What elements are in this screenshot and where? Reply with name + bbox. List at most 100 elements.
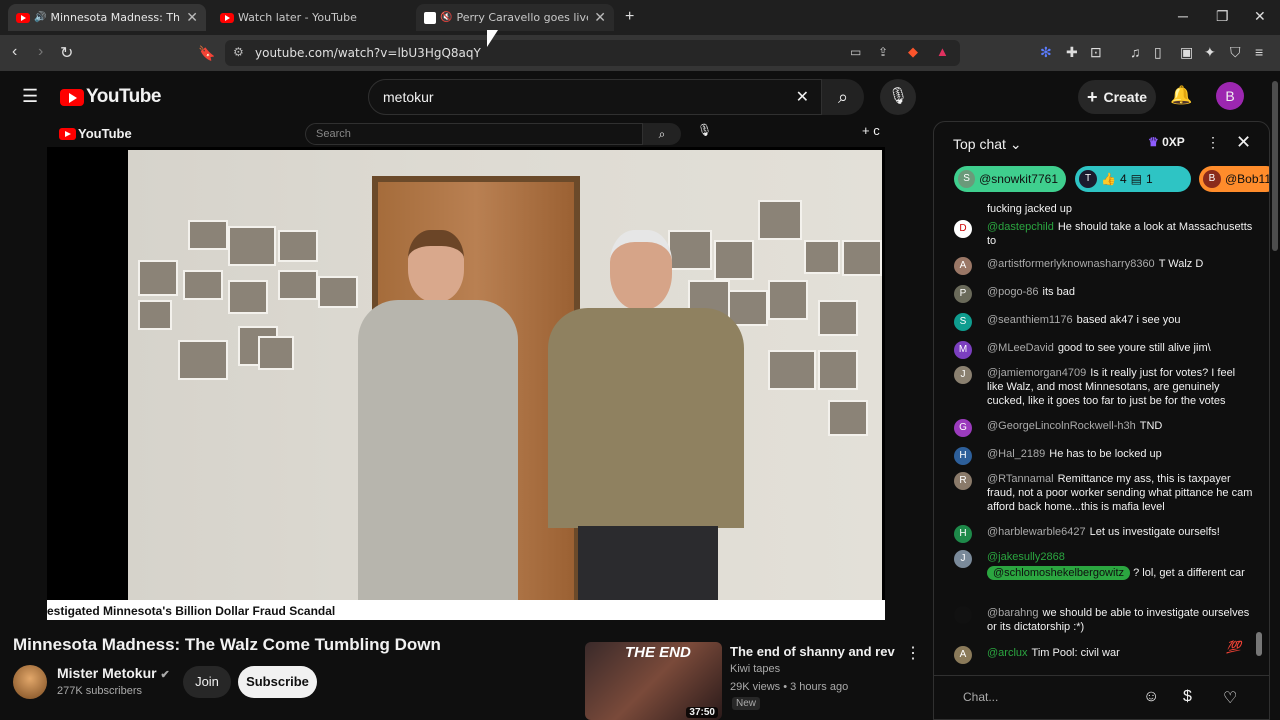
page-scroll-thumb[interactable] bbox=[1272, 81, 1278, 251]
wall-photo bbox=[228, 280, 268, 314]
chat-author[interactable]: @barahng bbox=[987, 607, 1039, 619]
search-button[interactable]: ⌕ bbox=[822, 79, 864, 115]
cast-icon[interactable]: ▭ bbox=[850, 45, 861, 59]
wall-photo bbox=[258, 336, 294, 370]
browser-tab-3[interactable]: 🔇 Perry Caravello goes live | Pat ✕ bbox=[416, 4, 614, 31]
heart-icon[interactable]: ♡ bbox=[1223, 688, 1237, 708]
pinned-chip[interactable]: T 👍 4 ▤ 1 bbox=[1075, 166, 1191, 192]
chat-author[interactable]: @RTannamal bbox=[987, 473, 1054, 485]
pinned-chip[interactable]: S @snowkit7761 bbox=[954, 166, 1066, 192]
forward-icon[interactable]: › bbox=[38, 43, 43, 61]
close-window-icon[interactable]: ✕ bbox=[1254, 8, 1266, 25]
sidebar-icon[interactable]: ▯ bbox=[1154, 44, 1162, 61]
extensions-icon[interactable]: ✚ bbox=[1066, 44, 1078, 61]
chat-author[interactable]: @artistformerlyknownasharry8360 bbox=[987, 258, 1155, 270]
page-scrollbar[interactable] bbox=[1270, 71, 1280, 720]
channel-avatar[interactable] bbox=[13, 665, 47, 699]
top-chat-dropdown[interactable]: Top chat ⌄ bbox=[953, 136, 1022, 153]
super-chat-icon[interactable]: $ bbox=[1183, 688, 1192, 706]
mention-chip[interactable]: @schlomoshekelbergowitz bbox=[987, 566, 1131, 580]
brave-shield-icon[interactable]: ◆ bbox=[908, 44, 918, 60]
tab-title: Perry Caravello goes live | Pat bbox=[456, 11, 588, 24]
inner-microphone-icon: 🎙 bbox=[697, 123, 713, 137]
video-player[interactable]: YouTube Search ⌕ 🎙 + c estigated Minneso… bbox=[47, 120, 885, 620]
wall-photo bbox=[828, 400, 868, 436]
close-tab-icon[interactable]: ✕ bbox=[594, 9, 606, 26]
wallet-icon[interactable]: ▣ bbox=[1180, 44, 1193, 61]
vpn-icon[interactable]: ⛉ bbox=[1230, 44, 1241, 61]
video-title: Minnesota Madness: The Walz Come Tumblin… bbox=[13, 635, 441, 654]
brave-rewards-icon[interactable]: ▲ bbox=[936, 44, 949, 59]
minimize-icon[interactable]: ─ bbox=[1178, 8, 1188, 24]
mouse-cursor bbox=[487, 30, 498, 47]
join-button[interactable]: Join bbox=[183, 666, 231, 698]
recommended-thumbnail[interactable]: THE END 37:50 bbox=[585, 642, 722, 720]
chat-message: J @jamiemorgan4709 Is it really just for … bbox=[954, 366, 1254, 408]
emoji-icon[interactable]: ☺ bbox=[1143, 688, 1159, 706]
notifications-bell-icon[interactable]: 🔔 bbox=[1170, 85, 1192, 106]
browser-tab-1[interactable]: 🔊 Minnesota Madness: The Wal ✕ bbox=[8, 4, 206, 31]
chat-scrollbar[interactable] bbox=[1256, 202, 1262, 662]
chat-message: @barahng we should be able to investigate… bbox=[954, 606, 1254, 634]
search-icon: ⌕ bbox=[837, 87, 849, 107]
chat-scroll-thumb[interactable] bbox=[1256, 632, 1262, 656]
subscribe-button[interactable]: Subscribe bbox=[238, 666, 317, 698]
bookmark-icon[interactable]: 🔖 bbox=[198, 45, 215, 62]
chat-author[interactable]: @harblewarble6427 bbox=[987, 526, 1086, 538]
crown-icon: ♛ bbox=[1148, 135, 1159, 149]
xp-badge[interactable]: ♛ 0XP bbox=[1148, 135, 1185, 149]
youtube-logo[interactable]: YouTube bbox=[60, 86, 161, 108]
video-inner-header: YouTube Search ⌕ 🎙 + c bbox=[47, 120, 885, 147]
chat-author[interactable]: @MLeeDavid bbox=[987, 342, 1054, 354]
url-bar[interactable]: ⚙ youtube.com/watch?v=lbU3HgQ8aqY ▭ ⇪ ◆ … bbox=[225, 40, 960, 66]
extension-wallet-icon[interactable]: ✻ bbox=[1040, 44, 1052, 61]
hamburger-menu-icon[interactable]: ☰ bbox=[22, 86, 38, 107]
browser-tab-2[interactable]: Watch later - YouTube bbox=[212, 4, 410, 31]
recommended-channel[interactable]: Kiwi tapes bbox=[730, 663, 780, 675]
back-icon[interactable]: ‹ bbox=[12, 43, 17, 61]
wall-photo bbox=[818, 350, 858, 390]
new-tab-button[interactable]: + bbox=[625, 8, 634, 26]
screenshot-icon[interactable]: ⊡ bbox=[1090, 44, 1102, 61]
chat-author[interactable]: @dastepchild bbox=[987, 221, 1054, 233]
chat-more-icon[interactable]: ⋮ bbox=[1206, 134, 1220, 151]
chat-close-icon[interactable]: ✕ bbox=[1236, 132, 1251, 153]
search-input[interactable]: metokur ✕ bbox=[368, 79, 822, 115]
reload-icon[interactable]: ↻ bbox=[60, 43, 73, 63]
chat-message: J @jakesully2868 @schlomoshekelbergowitz … bbox=[954, 550, 1254, 582]
wall-photo bbox=[758, 200, 802, 240]
chat-author[interactable]: @GeorgeLincolnRockwell-h3h bbox=[987, 420, 1136, 432]
hundred-emoji-icon: 💯 bbox=[1226, 640, 1241, 654]
chat-author[interactable]: @jamiemorgan4709 bbox=[987, 367, 1086, 379]
chat-message: G @GeorgeLincolnRockwell-h3h TND bbox=[954, 419, 1254, 437]
voice-search-button[interactable]: 🎙 bbox=[880, 79, 916, 115]
maximize-icon[interactable]: ❐ bbox=[1216, 8, 1229, 25]
create-button[interactable]: + Create bbox=[1078, 80, 1156, 114]
chat-author[interactable]: @jakesully2868 bbox=[987, 551, 1065, 563]
channel-name[interactable]: Mister Metokur ✔ bbox=[57, 665, 170, 681]
video-details: Minnesota Madness: The Walz Come Tumblin… bbox=[0, 623, 930, 720]
wall-photo bbox=[228, 226, 276, 266]
more-options-icon[interactable]: ⋮ bbox=[905, 643, 921, 663]
chat-author[interactable]: @seanthiem1176 bbox=[987, 314, 1073, 326]
account-avatar[interactable]: B bbox=[1216, 82, 1244, 110]
recommended-title[interactable]: The end of shanny and rev bbox=[730, 644, 895, 659]
clear-search-icon[interactable]: ✕ bbox=[796, 87, 809, 107]
video-duration: 37:50 bbox=[686, 707, 718, 718]
chat-messages: fucking jacked up D @dastepchild He shoul… bbox=[934, 200, 1259, 668]
menu-icon[interactable]: ≡ bbox=[1255, 44, 1263, 60]
close-tab-icon[interactable]: ✕ bbox=[186, 9, 198, 26]
chat-author[interactable]: @arclux bbox=[987, 647, 1028, 659]
tab-title: Watch later - YouTube bbox=[238, 11, 357, 24]
wall-photo bbox=[138, 300, 172, 330]
subscriber-count: 277K subscribers bbox=[57, 685, 142, 697]
chat-author[interactable]: @pogo-86 bbox=[987, 286, 1039, 298]
chat-input[interactable]: Chat... bbox=[963, 690, 998, 704]
share-icon[interactable]: ⇪ bbox=[878, 45, 888, 59]
wall-photo bbox=[818, 300, 858, 336]
music-icon[interactable]: ♫ bbox=[1130, 44, 1141, 60]
chat-author[interactable]: @Hal_2189 bbox=[987, 448, 1045, 460]
site-info-icon[interactable]: ⚙ bbox=[233, 45, 244, 59]
leo-icon[interactable]: ✦ bbox=[1204, 44, 1216, 61]
pinned-chip[interactable]: B @Bob11 bbox=[1199, 166, 1269, 192]
